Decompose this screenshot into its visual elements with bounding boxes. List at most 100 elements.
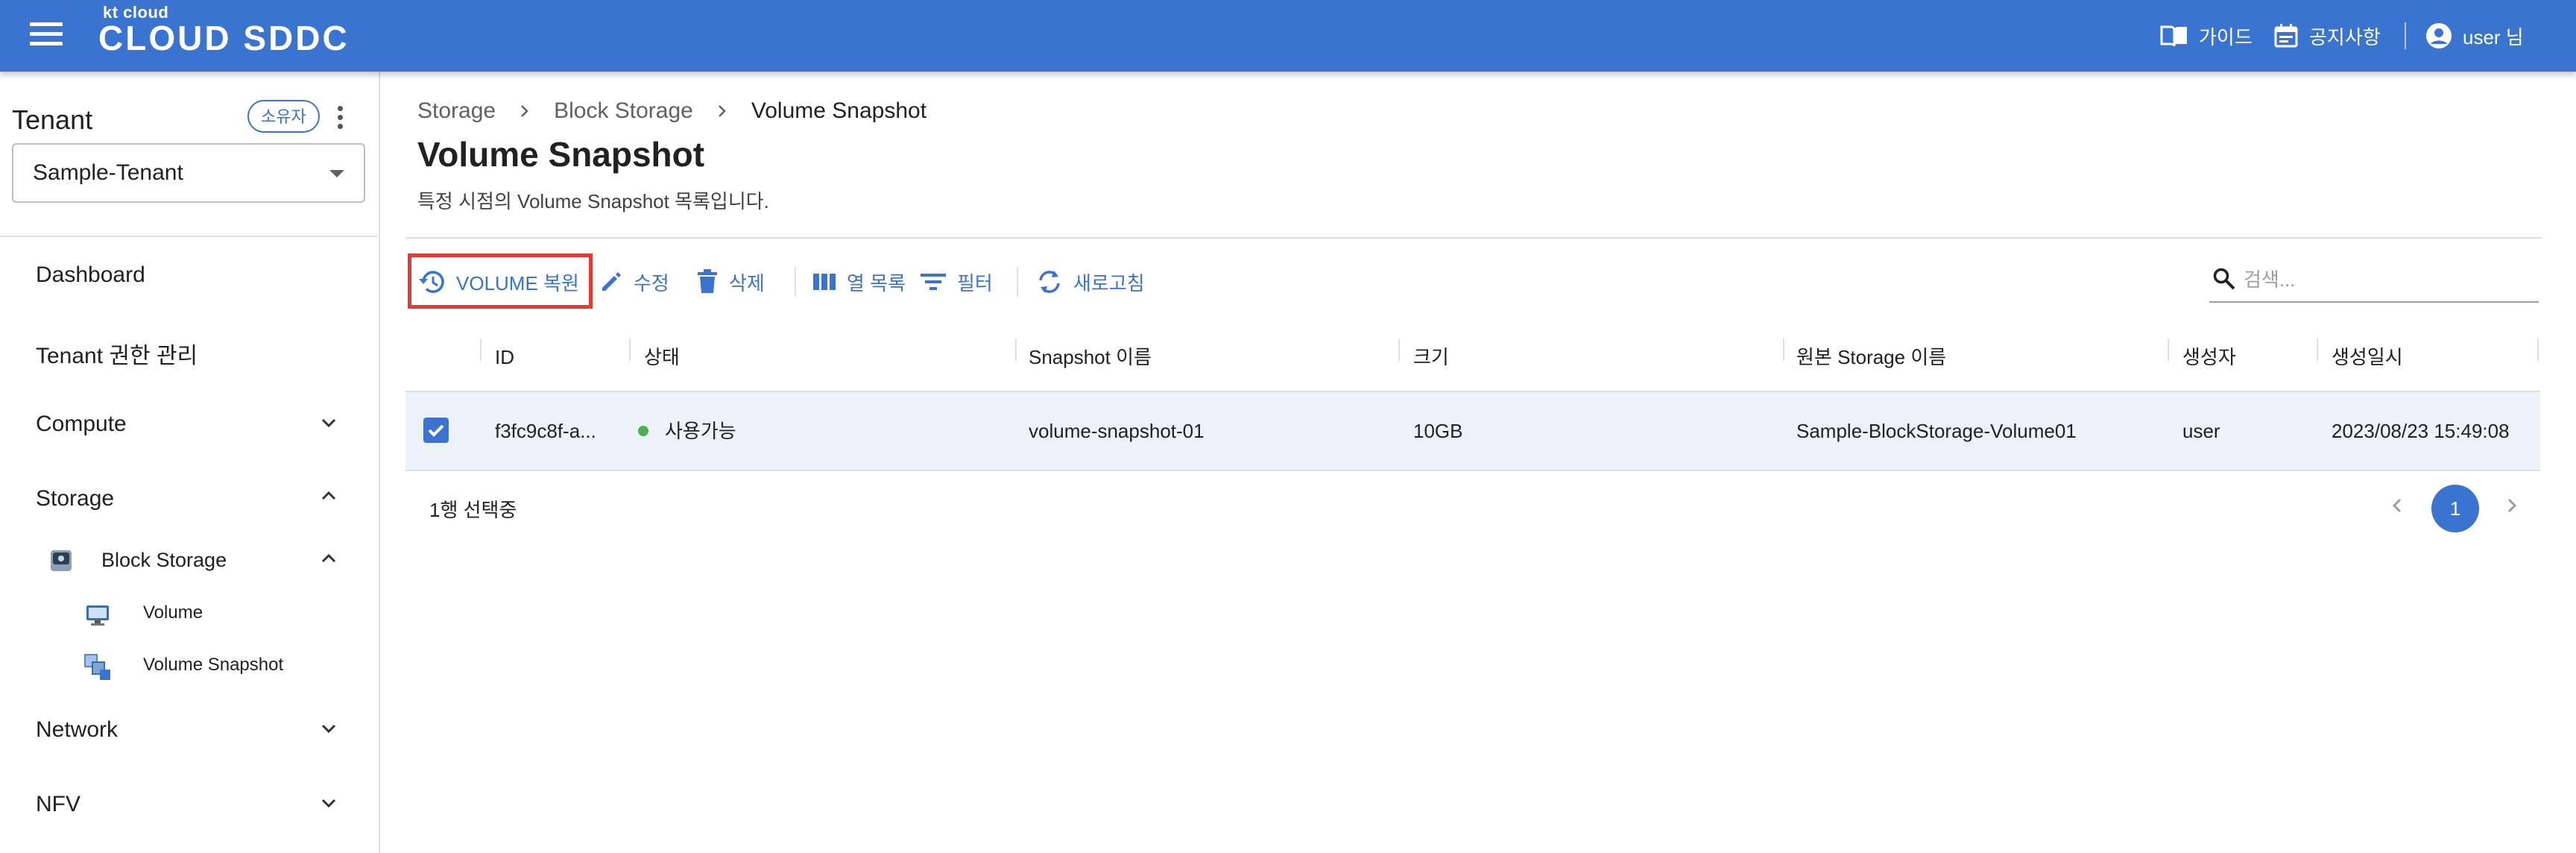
header-divider bbox=[2405, 22, 2406, 49]
table-header: ID 상태 Snapshot 이름 크기 원본 Storage 이름 생성자 생… bbox=[405, 324, 2540, 392]
column-separator[interactable] bbox=[1783, 339, 1784, 361]
sidebar-divider bbox=[0, 236, 377, 237]
edit-label: 수정 bbox=[634, 271, 669, 295]
tenant-select[interactable]: Sample-Tenant bbox=[12, 143, 365, 203]
sidebar-item-volume[interactable]: Volume bbox=[143, 602, 203, 623]
cell-created-at: 2023/08/23 15:49:08 bbox=[2332, 420, 2510, 442]
sidebar-item-compute[interactable]: Compute bbox=[36, 412, 127, 437]
status-label: 사용가능 bbox=[665, 420, 736, 442]
snapshot-icon bbox=[84, 654, 110, 680]
sync-icon bbox=[1039, 271, 1060, 293]
column-header-id[interactable]: ID bbox=[495, 324, 514, 391]
chevron-right-icon bbox=[521, 105, 528, 117]
refresh-button[interactable]: 새로고침 bbox=[1036, 256, 1145, 307]
user-label: user 님 bbox=[2463, 25, 2524, 48]
refresh-label: 새로고침 bbox=[1073, 271, 1145, 295]
restore-icon bbox=[419, 271, 444, 293]
column-separator[interactable] bbox=[480, 339, 482, 361]
chevron-down-icon[interactable] bbox=[321, 795, 337, 811]
volume-restore-label: VOLUME 복원 bbox=[456, 271, 579, 295]
cell-id: f3fc9c8f-a... bbox=[495, 420, 596, 442]
check-icon bbox=[428, 424, 444, 437]
chevron-left-icon[interactable] bbox=[2387, 495, 2408, 516]
top-app-bar: kt cloud CLOUD SDDC 가이드 공지사항 user 님 bbox=[0, 0, 2576, 72]
column-separator[interactable] bbox=[1398, 339, 1400, 361]
guide-link[interactable]: 가이드 bbox=[2160, 19, 2253, 52]
breadcrumb: Storage Block Storage Volume Snapshot bbox=[417, 98, 926, 124]
chevron-down-icon[interactable] bbox=[321, 720, 337, 737]
sidebar-item-block-storage[interactable]: Block Storage bbox=[101, 549, 227, 572]
column-header-creator[interactable]: 생성자 bbox=[2182, 324, 2236, 391]
column-separator[interactable] bbox=[1015, 339, 1017, 361]
column-separator[interactable] bbox=[2537, 339, 2539, 361]
column-header-size[interactable]: 크기 bbox=[1413, 324, 1449, 391]
delete-button[interactable]: 삭제 bbox=[696, 256, 765, 307]
page-description: 특정 시점의 Volume Snapshot 목록입니다. bbox=[417, 190, 769, 213]
breadcrumb-block-storage[interactable]: Block Storage bbox=[554, 98, 693, 124]
volume-restore-button[interactable]: VOLUME 복원 bbox=[417, 256, 579, 307]
columns-button[interactable]: 열 목록 bbox=[812, 256, 906, 307]
brand-logo[interactable]: CLOUD SDDC bbox=[98, 18, 350, 58]
filter-button[interactable]: 필터 bbox=[920, 256, 993, 307]
cell-size: 10GB bbox=[1413, 420, 1463, 442]
column-header-snapshot-name[interactable]: Snapshot 이름 bbox=[1029, 324, 1152, 391]
owner-badge: 소유자 bbox=[247, 100, 320, 133]
delete-label: 삭제 bbox=[729, 271, 765, 295]
row-checkbox[interactable] bbox=[423, 418, 449, 443]
search-icon bbox=[2213, 268, 2235, 290]
sidebar-item-volume-snapshot[interactable]: Volume Snapshot bbox=[143, 655, 283, 676]
menu-icon[interactable] bbox=[30, 22, 63, 49]
sidebar-item-nfv[interactable]: NFV bbox=[36, 792, 80, 817]
tenant-title: Tenant bbox=[12, 104, 93, 135]
selected-count: 1행 선택중 bbox=[429, 499, 517, 521]
column-separator[interactable] bbox=[2168, 339, 2169, 361]
cell-status: 사용가능 bbox=[638, 392, 736, 470]
disk-icon bbox=[51, 550, 72, 571]
filter-icon bbox=[921, 274, 946, 290]
toolbar-divider bbox=[1017, 267, 1018, 297]
columns-label: 열 목록 bbox=[847, 271, 906, 295]
trash-icon bbox=[698, 269, 717, 293]
dropdown-caret-icon bbox=[329, 170, 344, 177]
calendar-icon bbox=[2274, 24, 2298, 48]
sidebar-item-tenant-auth[interactable]: Tenant 권한 관리 bbox=[36, 337, 198, 370]
sidebar-item-dashboard[interactable]: Dashboard bbox=[36, 262, 145, 288]
edit-button[interactable]: 수정 bbox=[599, 256, 669, 307]
cell-source-storage: Sample-BlockStorage-Volume01 bbox=[1796, 420, 2077, 442]
page-title: Volume Snapshot bbox=[417, 135, 705, 174]
breadcrumb-current: Volume Snapshot bbox=[751, 98, 927, 123]
column-header-created-at[interactable]: 생성일시 bbox=[2332, 324, 2403, 391]
status-dot-icon bbox=[638, 426, 648, 437]
content-divider bbox=[405, 237, 2542, 239]
view-column-icon bbox=[813, 274, 836, 290]
breadcrumb-storage[interactable]: Storage bbox=[417, 98, 496, 124]
chevron-down-icon[interactable] bbox=[321, 415, 337, 431]
column-header-status[interactable]: 상태 bbox=[644, 324, 680, 391]
table-row[interactable]: f3fc9c8f-a... 사용가능 volume-snapshot-01 10… bbox=[405, 392, 2540, 471]
guide-label: 가이드 bbox=[2199, 25, 2253, 48]
pagination-page[interactable]: 1 bbox=[2431, 485, 2479, 532]
notice-link[interactable]: 공지사항 bbox=[2273, 19, 2381, 52]
search-input[interactable] bbox=[2242, 265, 2528, 294]
tenant-select-value: Sample-Tenant bbox=[33, 160, 183, 185]
search-box bbox=[2209, 259, 2539, 303]
more-vert-icon[interactable] bbox=[332, 106, 347, 133]
cell-creator: user bbox=[2182, 420, 2220, 442]
toolbar-divider bbox=[795, 267, 796, 297]
chevron-up-icon[interactable] bbox=[321, 488, 337, 504]
monitor-icon bbox=[86, 605, 109, 626]
book-icon bbox=[2160, 25, 2187, 47]
sidebar-item-storage[interactable]: Storage bbox=[36, 486, 114, 512]
column-separator[interactable] bbox=[2317, 339, 2318, 361]
sidebar: Tenant 소유자 Sample-Tenant Dashboard Tenan… bbox=[0, 72, 380, 853]
chevron-up-icon[interactable] bbox=[321, 550, 337, 567]
chevron-right-icon[interactable] bbox=[2501, 495, 2522, 516]
account-circle-icon bbox=[2426, 23, 2452, 48]
user-menu[interactable]: user 님 bbox=[2425, 19, 2524, 52]
notice-label: 공지사항 bbox=[2309, 25, 2381, 48]
sidebar-item-network[interactable]: Network bbox=[36, 717, 118, 743]
column-header-source-storage[interactable]: 원본 Storage 이름 bbox=[1796, 324, 1946, 391]
cell-snapshot-name: volume-snapshot-01 bbox=[1029, 420, 1205, 442]
filter-label: 필터 bbox=[957, 271, 993, 295]
column-separator[interactable] bbox=[629, 339, 631, 361]
